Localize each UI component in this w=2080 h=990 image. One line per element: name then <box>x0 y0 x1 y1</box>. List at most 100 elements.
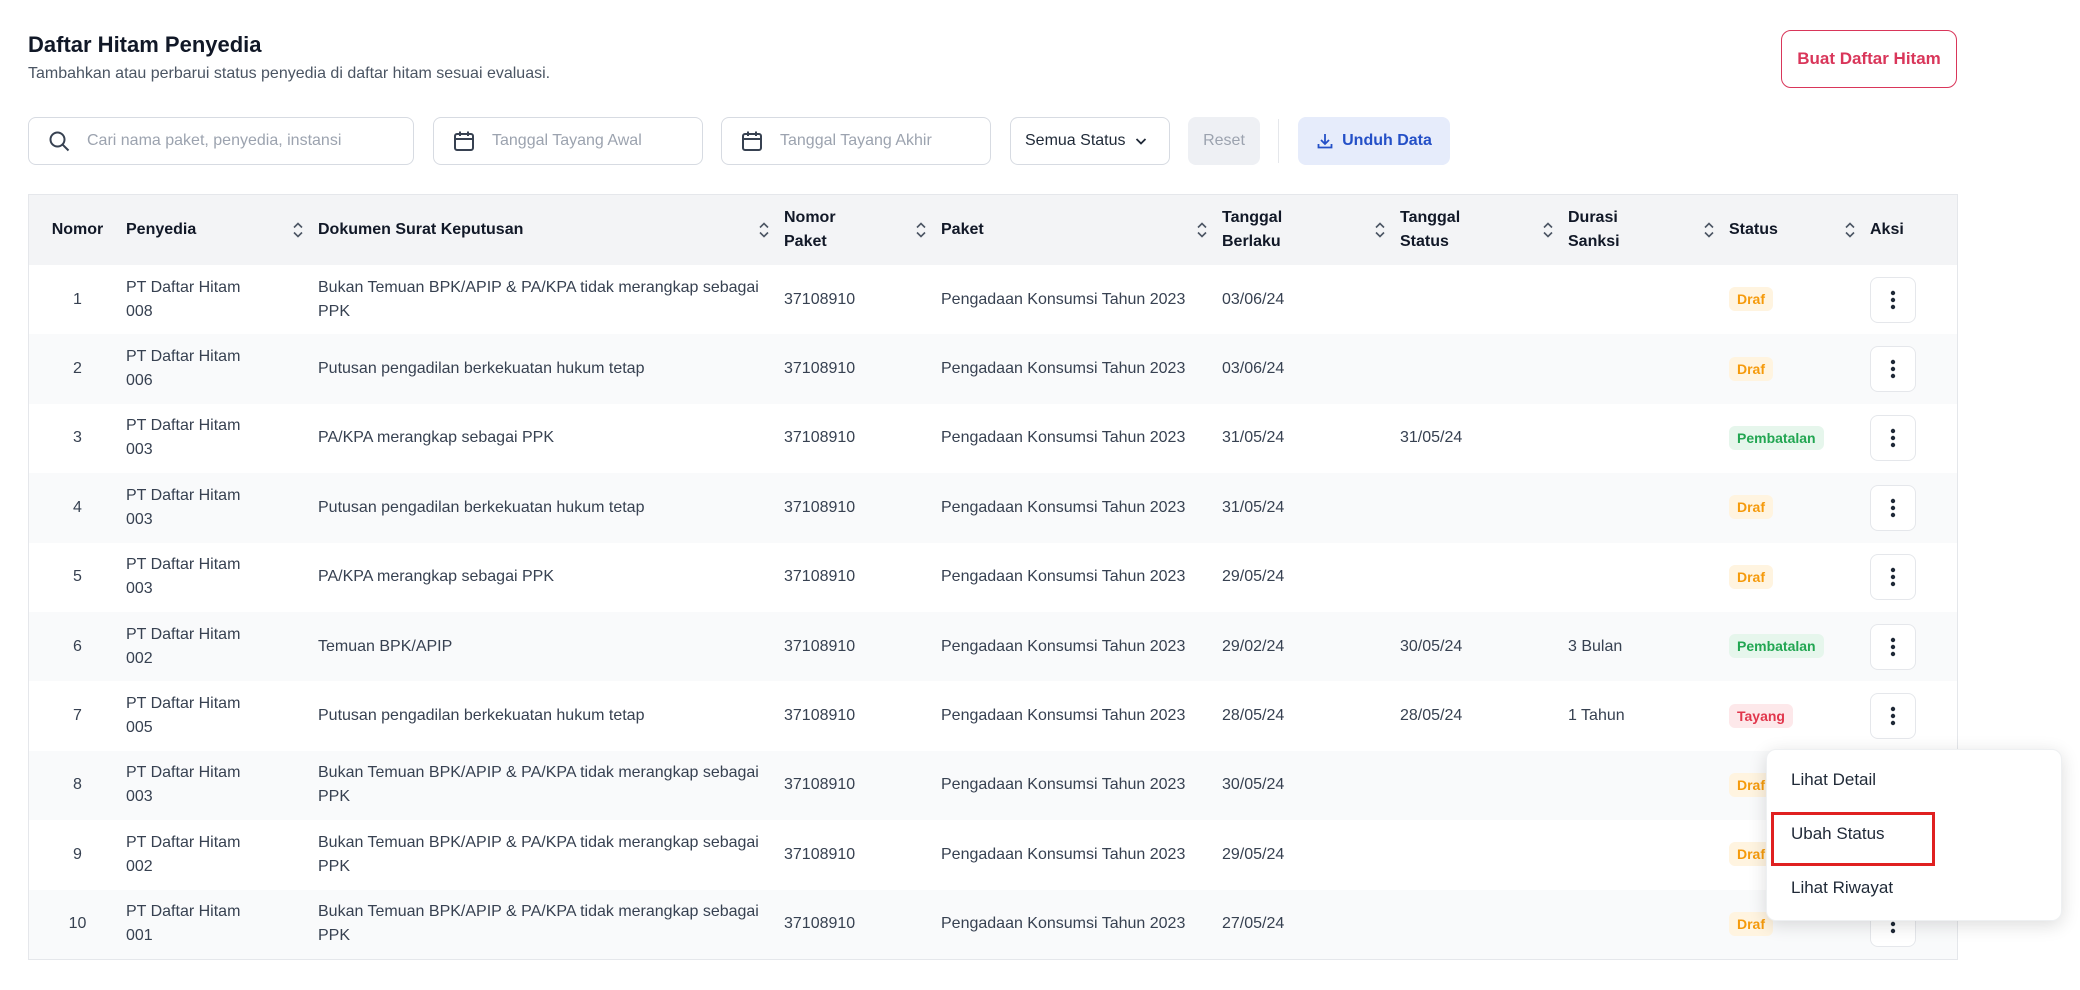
row-actions-button[interactable] <box>1870 554 1916 601</box>
cell-tanggal-status <box>1400 334 1568 403</box>
cell-nomor-paket: 37108910 <box>784 429 856 447</box>
menu-item-lihat-riwayat[interactable]: Lihat Riwayat <box>1791 878 1893 898</box>
row-actions-button[interactable] <box>1870 276 1916 323</box>
cell-dokumen: Bukan Temuan BPK/APIP & PA/KPA tidak mer… <box>318 278 759 320</box>
search-input[interactable] <box>87 132 413 150</box>
cell-durasi-sanksi: 3 Bulan <box>1568 637 1623 655</box>
sort-icon[interactable] <box>1542 221 1554 239</box>
more-vertical-icon <box>1890 359 1896 379</box>
date-end-input[interactable] <box>780 132 990 150</box>
cell-penyedia: PT Daftar Hitam 003 <box>126 486 241 528</box>
filter-toolbar: Semua Status Reset Unduh Data <box>28 117 1458 165</box>
sort-icon[interactable] <box>1196 221 1208 239</box>
column-header-durasi-sanksi[interactable]: Durasi Sanksi <box>1568 195 1729 265</box>
cell-nomor: 6 <box>73 637 82 655</box>
sort-icon[interactable] <box>915 221 927 239</box>
cell-dokumen: Temuan BPK/APIP <box>318 637 453 655</box>
date-end-box <box>721 117 991 165</box>
date-start-input[interactable] <box>492 132 702 150</box>
sort-icon[interactable] <box>1844 221 1856 239</box>
status-badge: Draf <box>1729 356 1774 381</box>
cell-tanggal-berlaku: 29/05/24 <box>1222 568 1285 586</box>
cell-dokumen: Bukan Temuan BPK/APIP & PA/KPA tidak mer… <box>318 833 759 875</box>
table-row: 10 PT Daftar Hitam 001 Bukan Temuan BPK/… <box>29 889 1957 959</box>
table-row: 6 PT Daftar Hitam 002 Temuan BPK/APIP 37… <box>29 611 1957 682</box>
row-actions-button[interactable] <box>1870 484 1916 531</box>
cell-paket: Pengadaan Konsumsi Tahun 2023 <box>941 568 1186 586</box>
cell-nomor: 2 <box>73 360 82 378</box>
sort-icon[interactable] <box>292 221 304 239</box>
cell-nomor: 7 <box>73 707 82 725</box>
cell-nomor-paket: 37108910 <box>784 568 856 586</box>
cell-tanggal-berlaku: 30/05/24 <box>1222 776 1285 794</box>
status-badge: Draf <box>1729 564 1774 589</box>
cell-dokumen: PA/KPA merangkap sebagai PPK <box>318 429 554 447</box>
cell-tanggal-berlaku: 29/05/24 <box>1222 845 1285 863</box>
cell-nomor: 5 <box>73 568 82 586</box>
cell-nomor: 4 <box>73 498 82 516</box>
status-select[interactable]: Semua Status <box>1010 117 1170 165</box>
cell-penyedia: PT Daftar Hitam 003 <box>126 417 241 459</box>
cell-nomor: 9 <box>73 845 82 863</box>
table-row: 4 PT Daftar Hitam 003 Putusan pengadilan… <box>29 473 1957 543</box>
download-data-label: Unduh Data <box>1342 132 1432 149</box>
cell-nomor-paket: 37108910 <box>784 707 856 725</box>
column-header-nomor-paket[interactable]: Nomor Paket <box>784 195 941 265</box>
table-row: 9 PT Daftar Hitam 002 Bukan Temuan BPK/A… <box>29 820 1957 889</box>
cell-paket: Pengadaan Konsumsi Tahun 2023 <box>941 707 1186 725</box>
cell-status: Pembatalan <box>1729 404 1870 473</box>
download-data-button[interactable]: Unduh Data <box>1298 117 1450 165</box>
menu-item-lihat-detail[interactable]: Lihat Detail <box>1791 770 1876 790</box>
column-header-tanggal-berlaku[interactable]: Tanggal Berlaku <box>1222 195 1400 265</box>
chevron-down-icon <box>1135 138 1146 145</box>
cell-nomor-paket: 37108910 <box>784 498 856 516</box>
column-header-status[interactable]: Status <box>1729 195 1870 265</box>
cell-paket: Pengadaan Konsumsi Tahun 2023 <box>941 776 1186 794</box>
cell-aksi <box>1870 334 1957 403</box>
sort-icon[interactable] <box>1703 221 1715 239</box>
more-vertical-icon <box>1890 290 1896 309</box>
cell-nomor: 10 <box>68 915 87 933</box>
cell-nomor-paket: 37108910 <box>784 845 856 863</box>
sort-icon[interactable] <box>1374 221 1386 239</box>
cell-paket: Pengadaan Konsumsi Tahun 2023 <box>941 915 1186 933</box>
cell-nomor: 3 <box>73 429 82 447</box>
column-header-tanggal-status[interactable]: Tanggal Status <box>1400 195 1568 265</box>
table-row: 5 PT Daftar Hitam 003 PA/KPA merangkap s… <box>29 543 1957 612</box>
more-vertical-icon <box>1890 706 1896 726</box>
table-row: 2 PT Daftar Hitam 006 Putusan pengadilan… <box>29 334 1957 404</box>
row-actions-button[interactable] <box>1870 415 1916 462</box>
table-row: 1 PT Daftar Hitam 008 Bukan Temuan BPK/A… <box>29 265 1957 334</box>
cell-tanggal-berlaku: 31/05/24 <box>1222 498 1285 516</box>
create-blacklist-button[interactable]: Buat Daftar Hitam <box>1781 30 1957 88</box>
cell-aksi <box>1870 681 1957 750</box>
more-vertical-icon <box>1890 498 1896 518</box>
cell-aksi <box>1870 265 1957 334</box>
cell-tanggal-status <box>1400 890 1568 959</box>
row-actions-button[interactable] <box>1870 693 1916 740</box>
cell-penyedia: PT Daftar Hitam 003 <box>126 764 241 806</box>
cell-durasi-sanksi <box>1568 473 1729 542</box>
cell-tanggal-status: 30/05/24 <box>1400 637 1463 655</box>
cell-aksi <box>1870 473 1957 542</box>
column-header-penyedia[interactable]: Penyedia <box>126 195 318 265</box>
cell-aksi <box>1870 543 1957 612</box>
highlight-box <box>1771 812 1935 866</box>
row-actions-button[interactable] <box>1870 623 1916 670</box>
row-actions-button[interactable] <box>1870 346 1916 393</box>
cell-durasi-sanksi: 1 Tahun <box>1568 707 1625 725</box>
reset-button[interactable]: Reset <box>1188 117 1260 165</box>
cell-durasi-sanksi <box>1568 334 1729 403</box>
sort-icon[interactable] <box>758 221 770 239</box>
cell-paket: Pengadaan Konsumsi Tahun 2023 <box>941 360 1186 378</box>
cell-tanggal-status: 28/05/24 <box>1400 707 1463 725</box>
cell-nomor-paket: 37108910 <box>784 290 856 308</box>
status-badge: Draf <box>1729 287 1774 312</box>
column-header-paket[interactable]: Paket <box>941 195 1222 265</box>
status-badge: Draf <box>1729 495 1774 520</box>
cell-dokumen: Putusan pengadilan berkekuatan hukum tet… <box>318 360 645 378</box>
calendar-icon <box>454 131 474 151</box>
cell-dokumen: Putusan pengadilan berkekuatan hukum tet… <box>318 707 645 725</box>
column-header-dokumen[interactable]: Dokumen Surat Keputusan <box>318 195 784 265</box>
search-icon <box>49 131 70 152</box>
